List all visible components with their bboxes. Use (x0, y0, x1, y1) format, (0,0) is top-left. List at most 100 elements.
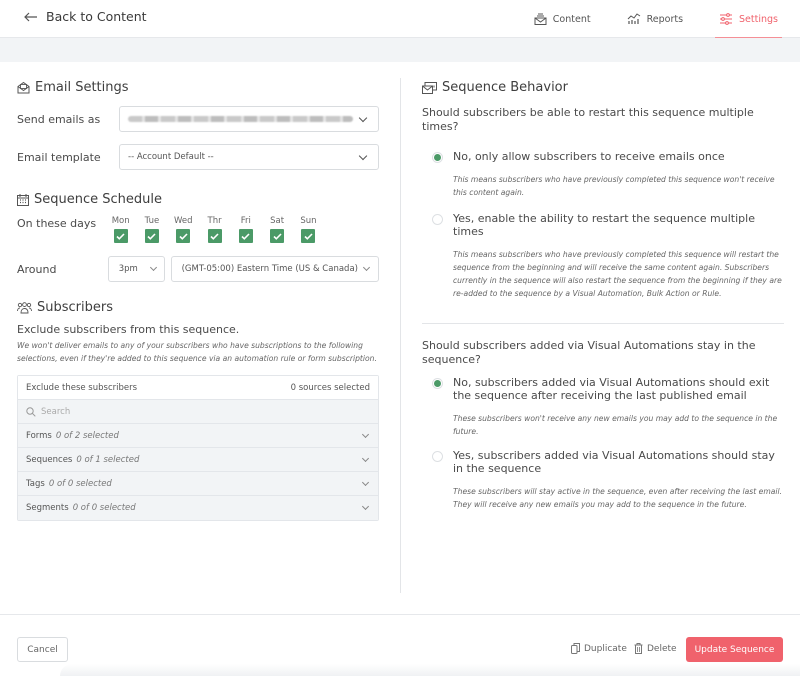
template-select[interactable]: -- Account Default -- (119, 144, 379, 170)
template-row: Email template -- Account Default -- (17, 144, 379, 170)
exclude-note: We won't deliver emails to any of your s… (17, 341, 377, 363)
timezone-select[interactable]: (GMT-05:00) Eastern Time (US & Canada) (170, 256, 380, 282)
update-sequence-button[interactable]: Update Sequence (686, 637, 783, 662)
day-checkbox[interactable] (176, 229, 191, 243)
envelope-open-icon (17, 81, 30, 94)
exclude-search-input[interactable]: Search (18, 400, 378, 424)
group-count: 0 of 0 selected (48, 478, 112, 489)
search-icon (26, 406, 36, 417)
day-checkbox[interactable] (144, 229, 159, 243)
day-checkbox[interactable] (238, 229, 253, 243)
va-option-no[interactable]: No, subscribers added via Visual Automat… (432, 376, 784, 403)
restart-option-yes-note: This means subscribers who have previous… (453, 249, 782, 298)
day-name: Mon (111, 216, 130, 226)
restart-option-no[interactable]: No, only allow subscribers to receive em… (432, 150, 784, 164)
va-option-yes[interactable]: Yes, subscribers added via Visual Automa… (432, 449, 784, 476)
back-to-content-link[interactable]: Back to Content (24, 9, 147, 24)
send-as-label: Send emails as (17, 112, 101, 126)
send-as-select[interactable] (119, 106, 379, 132)
exclude-box-header: Exclude these subscribers 0 sources sele… (18, 376, 378, 400)
checkmark-icon (273, 232, 282, 240)
exclude-box-title: Exclude these subscribers (26, 382, 138, 393)
timezone-value: (GMT-05:00) Eastern Time (US & Canada) (181, 264, 358, 274)
chevron-down-icon (362, 263, 371, 272)
users-icon (17, 301, 32, 313)
checkmark-icon (116, 232, 125, 240)
day-name: Sun (300, 216, 317, 226)
calendar-icon (17, 193, 29, 206)
section-divider (422, 322, 784, 324)
group-name: Sequences (26, 454, 73, 465)
checkmark-icon (304, 232, 313, 240)
chevron-down-icon (361, 454, 370, 462)
day-tue: Tue (136, 216, 167, 243)
va-option-no-label: No, subscribers added via Visual Automat… (453, 375, 770, 403)
right-column: Sequence Behavior Should subscribers be … (422, 62, 784, 511)
exclude-group-sequences[interactable]: Sequences 0 of 1 selected (18, 448, 378, 472)
top-nav: Content Reports Settings (502, 0, 782, 39)
around-label: Around (17, 262, 57, 276)
email-settings-title: Email Settings (17, 80, 379, 95)
exclude-group-forms[interactable]: Forms 0 of 2 selected (18, 424, 378, 448)
group-count: 0 of 1 selected (76, 454, 140, 465)
tab-settings-label: Settings (739, 13, 778, 25)
chevron-down-icon (361, 502, 370, 511)
template-value: -- Account Default -- (128, 152, 214, 162)
tab-settings[interactable]: Settings (715, 0, 782, 39)
days-label: On these days (17, 217, 97, 230)
group-name: Segments (26, 503, 69, 513)
day-checkbox[interactable] (270, 229, 285, 243)
day-name: Sat (270, 216, 285, 226)
tab-reports[interactable]: Reports (623, 0, 687, 38)
delete-button[interactable]: Delete (634, 643, 677, 654)
restart-option-yes[interactable]: Yes, enable the ability to restart the s… (432, 212, 784, 239)
chevron-down-icon (149, 263, 157, 272)
template-label: Email template (17, 150, 101, 164)
radio-selected[interactable] (432, 152, 443, 163)
chevron-down-icon (358, 113, 368, 122)
day-name: Fri (240, 216, 251, 226)
send-as-row: Send emails as (17, 106, 379, 132)
time-value: 3pm (118, 264, 138, 274)
group-count: 0 of 2 selected (55, 430, 119, 441)
column-divider (400, 78, 401, 593)
group-name: Tags (26, 478, 45, 489)
around-row: Around 3pm (GMT-05:00) Eastern Time (US … (17, 256, 380, 282)
day-checkbox[interactable] (301, 229, 316, 243)
back-label: Back to Content (46, 9, 147, 24)
cancel-button[interactable]: Cancel (17, 637, 68, 662)
day-checkbox[interactable] (207, 229, 222, 243)
footer-bar: Cancel Duplicate Delete Update Sequence (0, 614, 800, 676)
delete-label: Delete (647, 643, 677, 654)
radio-unselected[interactable] (432, 213, 443, 225)
schedule-title-text: Sequence Schedule (34, 192, 162, 207)
checkmark-icon (210, 232, 219, 240)
sliders-icon (720, 13, 733, 25)
chevron-down-icon (361, 478, 370, 486)
tab-content[interactable]: Content (530, 0, 595, 38)
behavior-title: Sequence Behavior (422, 80, 784, 95)
exclude-group-tags[interactable]: Tags 0 of 0 selected (18, 472, 378, 496)
chevron-down-icon (361, 430, 370, 438)
envelopes-icon (422, 81, 437, 94)
top-bar: Back to Content Content Reports Settings (0, 0, 800, 39)
tab-reports-label: Reports (646, 13, 684, 25)
envelope-stack-icon (534, 13, 547, 25)
restart-question: Should subscribers be able to restart th… (422, 106, 754, 133)
radio-selected[interactable] (432, 377, 443, 389)
radio-unselected[interactable] (432, 450, 443, 462)
left-column: Email Settings Send emails as Email temp… (17, 62, 380, 521)
duplicate-button[interactable]: Duplicate (571, 643, 627, 654)
day-name: Tue (144, 216, 160, 226)
send-as-value-blurred (128, 116, 353, 122)
time-select[interactable]: 3pm (107, 256, 165, 282)
trash-icon (634, 643, 643, 654)
exclude-heading: Exclude subscribers from this sequence. (17, 323, 240, 336)
day-fri: Fri (230, 216, 261, 243)
checkmark-icon (147, 232, 157, 240)
exclude-group-segments[interactable]: Segments 0 of 0 selected (18, 496, 378, 520)
day-sat: Sat (261, 216, 292, 243)
day-checkbox[interactable] (113, 229, 128, 243)
days-row: On these days Mon Tue Wed Thr Fri Sat Su… (17, 216, 379, 243)
chart-icon (627, 13, 640, 24)
